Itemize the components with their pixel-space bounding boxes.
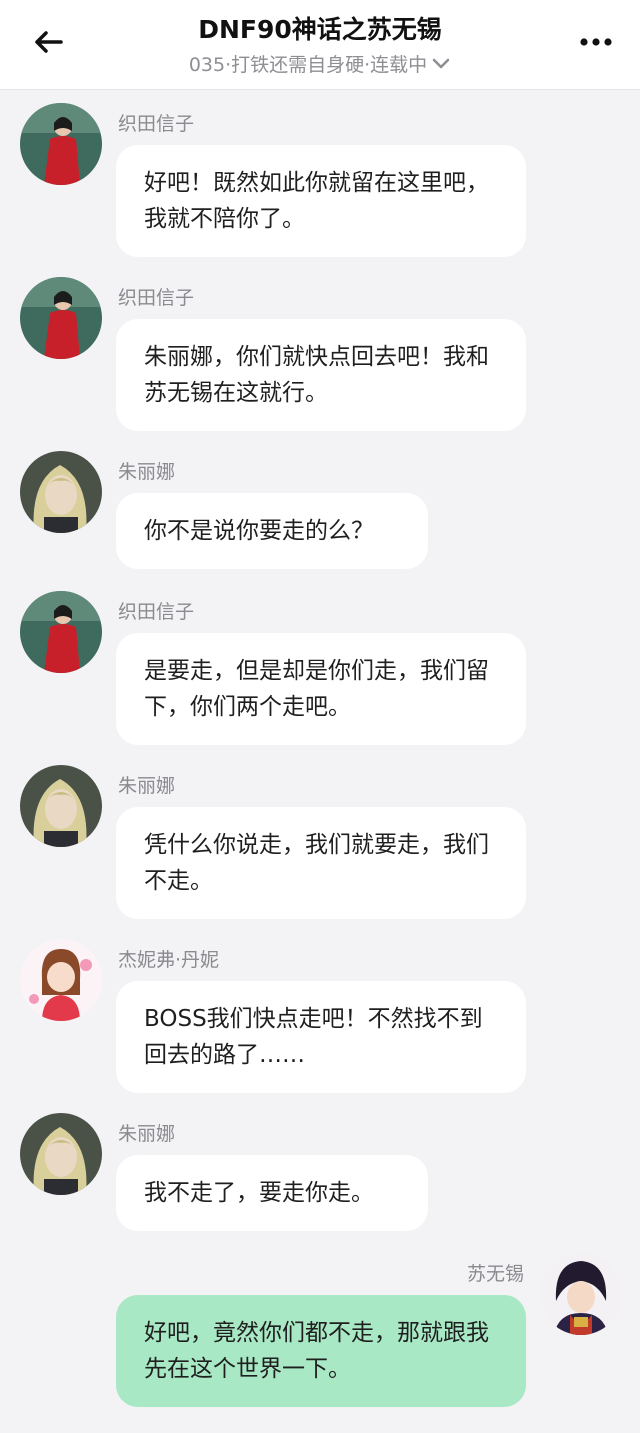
message-bubble[interactable]: 朱丽娜，你们就快点回去吧！我和苏无锡在这就行。 (116, 319, 526, 431)
avatar[interactable] (20, 103, 102, 185)
chevron-down-icon (432, 58, 450, 68)
sender-name: 朱丽娜 (118, 775, 176, 797)
avatar[interactable] (20, 277, 102, 359)
message-bubble[interactable]: 你不是说你要走的么？ (116, 493, 428, 569)
sender-name: 织田信子 (118, 287, 195, 309)
sender-name: 织田信子 (118, 113, 195, 135)
sender-name: 杰妮弗·丹妮 (118, 949, 220, 971)
story-title: DNF90神话之苏无锡 (198, 15, 442, 44)
avatar[interactable] (20, 939, 102, 1021)
top-bar: DNF90神话之苏无锡 035·打铁还需自身硬·连载中 (0, 0, 640, 90)
avatar[interactable] (20, 1113, 102, 1195)
sender-name: 朱丽娜 (118, 461, 176, 483)
avatar[interactable] (20, 451, 102, 533)
avatar[interactable] (540, 1253, 622, 1335)
chapter-label: 035·打铁还需自身硬·连载中 (188, 54, 428, 76)
back-button[interactable] (26, 24, 70, 60)
message-bubble-self[interactable]: 好吧，竟然你们都不走，那就跟我先在这个世界一下。 (116, 1295, 526, 1407)
more-horizontal-icon (580, 38, 612, 46)
sender-name: 织田信子 (118, 601, 195, 623)
avatar[interactable] (20, 591, 102, 673)
avatar[interactable] (20, 765, 102, 847)
arrow-left-icon (35, 31, 63, 53)
message-bubble[interactable]: BOSS我们快点走吧！不然找不到回去的路了…… (116, 981, 526, 1093)
message-bubble[interactable]: 是要走，但是却是你们走，我们留下，你们两个走吧。 (116, 633, 526, 745)
sender-name: 苏无锡 (466, 1263, 524, 1285)
message-bubble[interactable]: 好吧！既然如此你就留在这里吧，我就不陪你了。 (116, 145, 526, 257)
message-bubble[interactable]: 凭什么你说走，我们就要走，我们不走。 (116, 807, 526, 919)
message-bubble[interactable]: 我不走了，要走你走。 (116, 1155, 428, 1231)
sender-name: 朱丽娜 (118, 1123, 176, 1145)
chapter-selector[interactable]: 035·打铁还需自身硬·连载中 (90, 50, 550, 77)
more-button[interactable] (574, 24, 618, 60)
